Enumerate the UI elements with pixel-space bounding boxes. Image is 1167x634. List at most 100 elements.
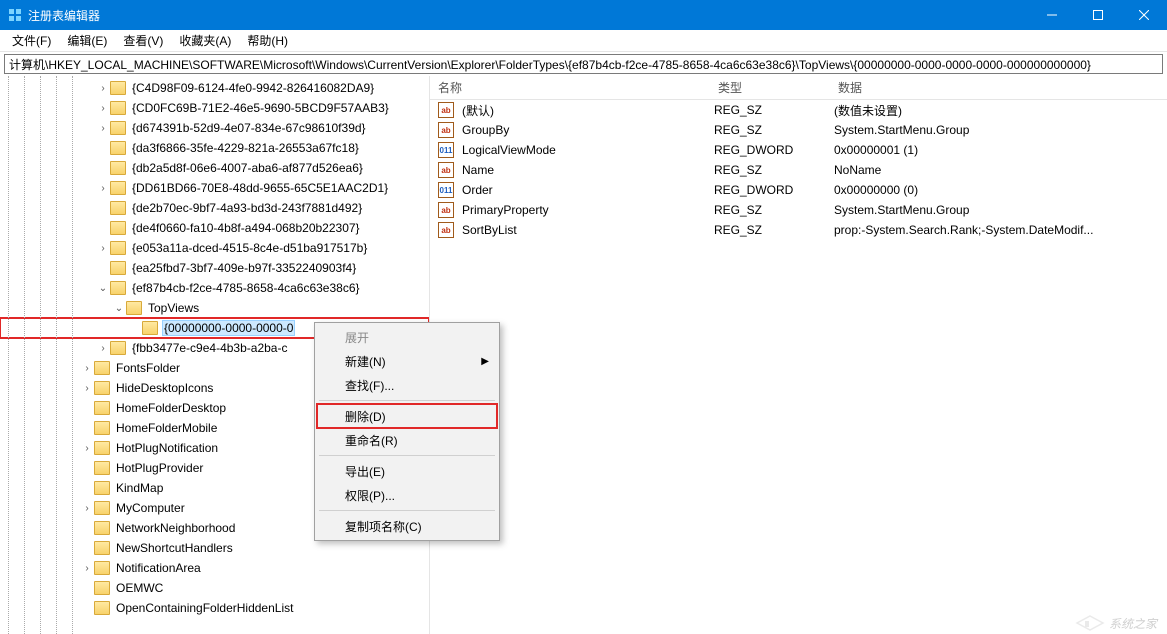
cell-name: (默认) — [458, 102, 710, 119]
list-row[interactable]: abGroupByREG_SZSystem.StartMenu.Group — [430, 120, 1167, 140]
reg-dword-icon: 011 — [438, 182, 454, 198]
tree-node[interactable]: ⌄{ef87b4cb-f2ce-4785-8658-4ca6c63e38c6} — [0, 278, 429, 298]
address-input[interactable]: 计算机\HKEY_LOCAL_MACHINE\SOFTWARE\Microsof… — [4, 54, 1163, 74]
tree-node-label: HomeFolderMobile — [114, 421, 219, 435]
tree-node[interactable]: {db2a5d8f-06e6-4007-aba6-af877d526ea6} — [0, 158, 429, 178]
reg-string-icon: ab — [438, 102, 454, 118]
context-menu: 展开新建(N)▶查找(F)... 删除(D)重命名(R) 导出(E)权限(P)...… — [314, 322, 500, 541]
folder-icon — [94, 581, 110, 595]
tree-node[interactable]: OEMWC — [0, 578, 429, 598]
context-menu-label: 新建(N) — [345, 353, 386, 370]
tree-node-label: MyComputer — [114, 501, 187, 515]
cell-name: Order — [458, 183, 710, 197]
expander-icon[interactable]: › — [96, 243, 110, 254]
cell-data: 0x00000001 (1) — [830, 143, 1167, 157]
tree-node[interactable]: ›{CD0FC69B-71E2-46e5-9690-5BCD9F57AAB3} — [0, 98, 429, 118]
expander-icon[interactable]: › — [96, 103, 110, 114]
context-menu-item[interactable]: 复制项名称(C) — [317, 514, 497, 538]
tree-node-label: {00000000-0000-0000-0 — [162, 320, 295, 336]
tree-node-label: TopViews — [146, 301, 201, 315]
cell-data: (数值未设置) — [830, 102, 1167, 119]
expander-icon[interactable]: › — [80, 383, 94, 394]
cell-data: System.StartMenu.Group — [830, 123, 1167, 137]
context-menu-label: 展开 — [345, 329, 369, 346]
context-menu-item[interactable]: 重命名(R) — [317, 428, 497, 452]
context-menu-item[interactable]: 导出(E) — [317, 459, 497, 483]
tree-node[interactable]: ›{d674391b-52d9-4e07-834e-67c98610f39d} — [0, 118, 429, 138]
list-row[interactable]: 011OrderREG_DWORD0x00000000 (0) — [430, 180, 1167, 200]
address-path: 计算机\HKEY_LOCAL_MACHINE\SOFTWARE\Microsof… — [9, 56, 1091, 73]
menu-edit[interactable]: 编辑(E) — [59, 30, 115, 51]
expander-icon[interactable]: › — [96, 343, 110, 354]
list-row[interactable]: abPrimaryPropertyREG_SZSystem.StartMenu.… — [430, 200, 1167, 220]
watermark: 系统之家 — [1075, 614, 1157, 632]
tree-node-label: {DD61BD66-70E8-48dd-9655-65C5E1AAC2D1} — [130, 181, 390, 195]
list-pane[interactable]: 名称 类型 数据 ab(默认)REG_SZ(数值未设置)abGroupByREG… — [430, 76, 1167, 634]
tree-node[interactable]: › {DD61BD66-70E8-48dd-9655-65C5E1AAC2D1} — [0, 178, 429, 198]
close-button[interactable] — [1121, 0, 1167, 30]
tree-node[interactable]: NewShortcutHandlers — [0, 538, 429, 558]
menu-view[interactable]: 查看(V) — [115, 30, 171, 51]
reg-string-icon: ab — [438, 222, 454, 238]
menu-file[interactable]: 文件(F) — [4, 30, 59, 51]
tree-node[interactable]: {de2b70ec-9bf7-4a93-bd3d-243f7881d492} — [0, 198, 429, 218]
folder-icon — [94, 381, 110, 395]
expander-icon[interactable]: › — [96, 183, 110, 194]
list-row[interactable]: abSortByListREG_SZprop:-System.Search.Ra… — [430, 220, 1167, 240]
tree-node-label: HideDesktopIcons — [114, 381, 215, 395]
list-row[interactable]: ab(默认)REG_SZ(数值未设置) — [430, 100, 1167, 120]
tree-node[interactable]: ⌄ TopViews — [0, 298, 429, 318]
folder-icon — [110, 121, 126, 135]
col-name[interactable]: 名称 — [430, 79, 710, 96]
tree-node[interactable]: {da3f6866-35fe-4229-821a-26553a67fc18} — [0, 138, 429, 158]
context-menu-item[interactable]: 删除(D) — [317, 404, 497, 428]
folder-icon — [110, 241, 126, 255]
folder-icon — [94, 361, 110, 375]
col-type[interactable]: 类型 — [710, 79, 830, 96]
context-menu-item[interactable]: 查找(F)... — [317, 373, 497, 397]
tree-node-label: {fbb3477e-c9e4-4b3b-a2ba-c — [130, 341, 289, 355]
menu-help[interactable]: 帮助(H) — [239, 30, 296, 51]
list-row[interactable]: abNameREG_SZNoName — [430, 160, 1167, 180]
tree-node[interactable]: {de4f0660-fa10-4b8f-a494-068b20b22307} — [0, 218, 429, 238]
tree-node-label: NotificationArea — [114, 561, 203, 575]
folder-icon — [126, 301, 142, 315]
expander-icon[interactable]: ⌄ — [112, 303, 126, 314]
tree-node[interactable]: › {C4D98F09-6124-4fe0-9942-826416082DA9} — [0, 78, 429, 98]
cell-data: System.StartMenu.Group — [830, 203, 1167, 217]
tree-node-label: {C4D98F09-6124-4fe0-9942-826416082DA9} — [130, 81, 376, 95]
folder-icon — [94, 501, 110, 515]
expander-icon[interactable]: › — [96, 123, 110, 134]
folder-icon — [94, 481, 110, 495]
tree-node[interactable]: › NotificationArea — [0, 558, 429, 578]
cell-type: REG_SZ — [710, 163, 830, 177]
context-menu-item[interactable]: 新建(N)▶ — [317, 349, 497, 373]
expander-icon[interactable]: › — [80, 503, 94, 514]
tree-node[interactable]: {ea25fbd7-3bf7-409e-b97f-3352240903f4} — [0, 258, 429, 278]
list-row[interactable]: 011LogicalViewModeREG_DWORD0x00000001 (1… — [430, 140, 1167, 160]
expander-icon[interactable]: › — [80, 363, 94, 374]
list-header: 名称 类型 数据 — [430, 76, 1167, 100]
cell-name: PrimaryProperty — [458, 203, 710, 217]
tree-node[interactable]: OpenContainingFolderHiddenList — [0, 598, 429, 618]
cell-type: REG_SZ — [710, 123, 830, 137]
context-menu-item[interactable]: 权限(P)... — [317, 483, 497, 507]
tree-node-label: {de4f0660-fa10-4b8f-a494-068b20b22307} — [130, 221, 362, 235]
folder-icon — [110, 141, 126, 155]
tree-node-label: {da3f6866-35fe-4229-821a-26553a67fc18} — [130, 141, 361, 155]
expander-icon[interactable]: › — [96, 83, 110, 94]
tree-node[interactable]: ›{e053a11a-dced-4515-8c4e-d51ba917517b} — [0, 238, 429, 258]
reg-dword-icon: 011 — [438, 142, 454, 158]
addressbar: 计算机\HKEY_LOCAL_MACHINE\SOFTWARE\Microsof… — [0, 52, 1167, 76]
expander-icon[interactable]: ⌄ — [96, 283, 110, 294]
maximize-button[interactable] — [1075, 0, 1121, 30]
folder-icon — [94, 541, 110, 555]
folder-icon — [142, 321, 158, 335]
expander-icon[interactable]: › — [80, 443, 94, 454]
menu-favorites[interactable]: 收藏夹(A) — [171, 30, 239, 51]
col-data[interactable]: 数据 — [830, 79, 1167, 96]
folder-icon — [110, 161, 126, 175]
cell-type: REG_SZ — [710, 203, 830, 217]
minimize-button[interactable] — [1029, 0, 1075, 30]
expander-icon[interactable]: › — [80, 563, 94, 574]
